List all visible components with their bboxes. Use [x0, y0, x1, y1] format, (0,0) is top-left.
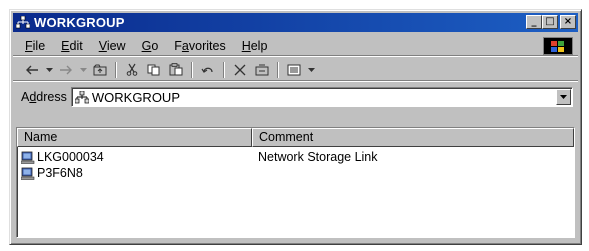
menu-favorites[interactable]: Favorites — [166, 39, 233, 53]
address-input[interactable]: WORKGROUP — [70, 87, 573, 107]
list-item[interactable]: P3F6N8 — [17, 165, 574, 181]
address-value: WORKGROUP — [91, 89, 180, 105]
back-dropdown-icon[interactable] — [43, 61, 55, 79]
windows-logo-icon — [543, 37, 573, 55]
delete-icon[interactable] — [229, 61, 251, 79]
computer-icon — [21, 151, 35, 164]
title-bar[interactable]: WORKGROUP _ □ × — [13, 13, 578, 32]
minimize-button[interactable]: _ — [526, 15, 542, 29]
menu-file[interactable]: File — [17, 39, 53, 53]
menu-go[interactable]: Go — [134, 39, 167, 53]
views-icon[interactable] — [283, 61, 305, 79]
properties-icon[interactable] — [251, 61, 273, 79]
address-dropdown-button[interactable] — [556, 89, 571, 105]
list-item-comment: Network Storage Link — [258, 150, 378, 164]
toolbar — [13, 59, 578, 81]
undo-icon[interactable] — [197, 61, 219, 79]
cut-icon[interactable] — [121, 61, 143, 79]
column-header-name[interactable]: Name — [17, 128, 252, 147]
list-item-name: P3F6N8 — [37, 166, 83, 180]
list-rows: LKG000034 Network Storage Link P3F6N8 — [17, 147, 574, 181]
toolbar-separator — [277, 61, 279, 78]
menu-view[interactable]: View — [91, 39, 134, 53]
forward-icon[interactable] — [55, 61, 77, 79]
workgroup-icon — [16, 16, 30, 29]
chevron-down-icon — [560, 95, 567, 99]
toolbar-separator — [115, 61, 117, 78]
toolbar-separator — [191, 61, 193, 78]
forward-dropdown-icon[interactable] — [77, 61, 89, 79]
views-dropdown-icon[interactable] — [305, 61, 317, 79]
up-folder-icon[interactable] — [89, 61, 111, 79]
maximize-button[interactable]: □ — [542, 15, 558, 29]
title-buttons: _ □ × — [526, 15, 576, 29]
address-bar: Address WORKGROUP — [13, 85, 578, 109]
back-icon[interactable] — [21, 61, 43, 79]
list-item-name-cell: P3F6N8 — [17, 166, 252, 180]
column-headers: Name Comment — [17, 128, 574, 147]
computer-icon — [21, 167, 35, 180]
close-button[interactable]: × — [560, 15, 576, 29]
explorer-window: WORKGROUP _ □ × File Edit View Go Favori… — [9, 9, 582, 245]
list-item[interactable]: LKG000034 Network Storage Link — [17, 149, 574, 165]
workgroup-icon — [74, 90, 89, 103]
window-title: WORKGROUP — [34, 15, 125, 30]
column-header-comment[interactable]: Comment — [252, 128, 574, 147]
address-label: Address — [21, 90, 67, 104]
copy-icon[interactable] — [143, 61, 165, 79]
menu-help[interactable]: Help — [234, 39, 276, 53]
list-item-name-cell: LKG000034 — [17, 150, 252, 164]
list-item-name: LKG000034 — [37, 150, 104, 164]
toolbar-separator — [223, 61, 225, 78]
menu-edit[interactable]: Edit — [53, 39, 91, 53]
menu-bar: File Edit View Go Favorites Help — [13, 36, 578, 56]
paste-icon[interactable] — [165, 61, 187, 79]
file-list[interactable]: Name Comment LKG000034 Network Storage L… — [16, 127, 575, 238]
